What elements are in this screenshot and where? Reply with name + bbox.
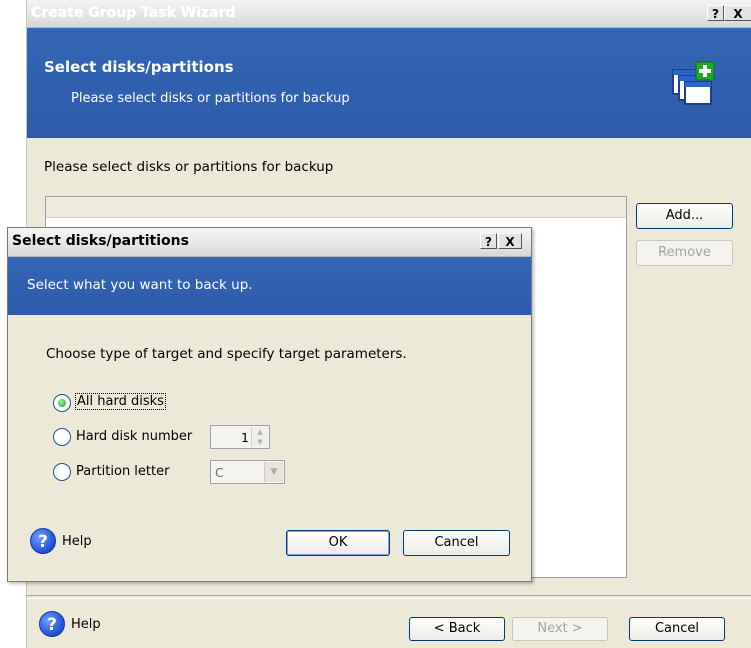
disk-number-value: 1 <box>241 430 249 445</box>
dialog-help-link[interactable]: ? Help <box>30 528 92 554</box>
back-button[interactable]: < Back <box>409 617 505 641</box>
wizard-divider <box>27 595 751 599</box>
wizard-header: Select disks/partitions Please select di… <box>27 28 751 138</box>
radio-partition-letter-label[interactable]: Partition letter <box>76 464 169 479</box>
dialog-titlebar[interactable]: Select disks/partitions ? X <box>8 228 531 257</box>
remove-button-label: Remove <box>658 245 711 260</box>
dialog-close-button[interactable]: X <box>498 233 522 249</box>
dialog-cancel-button[interactable]: Cancel <box>403 530 510 556</box>
dialog-header: Select what you want to back up. <box>8 257 531 315</box>
spin-down-icon[interactable]: ▼ <box>252 437 268 447</box>
dialog-help-label: Help <box>62 533 92 549</box>
ok-button[interactable]: OK <box>286 530 390 556</box>
help-icon: ? <box>39 611 65 637</box>
select-disks-dialog: Select disks/partitions ? X Select what … <box>7 227 532 582</box>
radio-partition-letter[interactable] <box>53 463 71 481</box>
wizard-cancel-label: Cancel <box>654 621 700 636</box>
dialog-cancel-label: Cancel <box>434 535 479 550</box>
back-button-label: < Back <box>433 621 481 636</box>
wizard-help-label: Help <box>71 616 101 632</box>
add-button[interactable]: Add... <box>636 203 733 229</box>
wizard-help-title-button[interactable]: ? <box>707 5 724 21</box>
remove-button[interactable]: Remove <box>636 240 733 266</box>
radio-all-hard-disks[interactable] <box>53 394 71 412</box>
ok-button-label: OK <box>328 535 348 550</box>
selection-list-header <box>46 197 626 218</box>
add-button-label: Add... <box>665 208 704 223</box>
next-button[interactable]: Next > <box>512 617 608 641</box>
wizard-instruction: Please select disks or partitions for ba… <box>44 159 334 175</box>
dialog-help-title-button[interactable]: ? <box>480 233 497 249</box>
dialog-title: Select disks/partitions <box>12 233 189 249</box>
dropdown-arrow-icon[interactable]: ▼ <box>264 462 283 482</box>
radio-hard-disk-number[interactable] <box>53 428 71 446</box>
wizard-title: Create Group Task Wizard <box>31 5 236 21</box>
dialog-header-text: Select what you want to back up. <box>27 277 253 293</box>
add-window-icon <box>672 61 715 105</box>
spin-up-icon[interactable]: ▲ <box>252 427 268 437</box>
wizard-help-link[interactable]: ? Help <box>39 611 101 637</box>
partition-letter-select[interactable]: C ▼ <box>210 460 285 484</box>
disk-number-stepper[interactable]: 1 ▲ ▼ <box>210 425 270 449</box>
wizard-close-button[interactable]: X <box>724 5 751 21</box>
wizard-cancel-button[interactable]: Cancel <box>629 617 725 641</box>
wizard-titlebar[interactable]: Create Group Task Wizard ? X <box>27 0 751 28</box>
partition-letter-value: C <box>215 465 224 480</box>
dialog-instruction: Choose type of target and specify target… <box>46 346 407 362</box>
help-icon: ? <box>30 528 56 554</box>
disk-number-spin[interactable]: ▲ ▼ <box>251 427 268 447</box>
wizard-header-subtitle: Please select disks or partitions for ba… <box>71 91 350 106</box>
next-button-label: Next > <box>537 621 583 636</box>
radio-selected-dot <box>58 399 66 407</box>
wizard-header-title: Select disks/partitions <box>44 58 234 76</box>
radio-all-hard-disks-label[interactable]: All hard disks <box>75 393 166 410</box>
radio-hard-disk-number-label[interactable]: Hard disk number <box>76 429 192 444</box>
